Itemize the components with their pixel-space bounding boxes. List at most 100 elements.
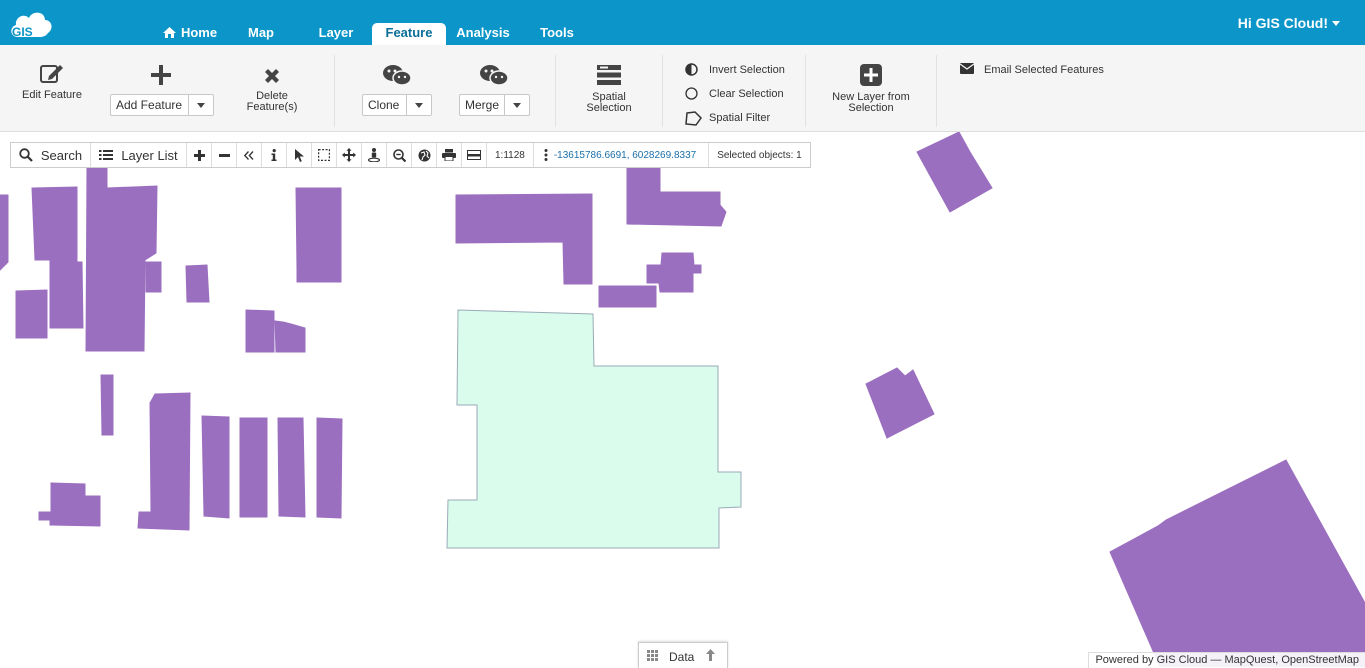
print-button[interactable] [437,143,462,167]
user-menu[interactable]: Hi GIS Cloud! [1238,15,1340,31]
building-feature[interactable] [316,417,343,519]
building-feature[interactable] [38,482,101,527]
edit-icon [40,65,63,83]
building-feature[interactable] [0,194,9,271]
tab-analysis[interactable]: Analysis [454,23,512,45]
zoom-out-button[interactable] [212,143,237,167]
building-feature[interactable] [239,417,268,518]
add-feature-dropdown[interactable]: Add Feature [110,94,214,116]
scale-display: 1:1128 [487,143,534,167]
building-feature[interactable] [1109,459,1365,667]
merge-dropdown[interactable]: Merge [459,94,530,116]
building-feature[interactable] [137,392,191,531]
spatial-selection-button[interactable]: Spatial Selection [574,64,644,114]
tab-layer[interactable]: Layer [312,23,360,45]
grid-icon [647,650,658,661]
chevron-down-icon[interactable] [504,95,529,115]
tab-tools[interactable]: Tools [534,23,580,45]
ribbon-divider [805,55,806,127]
edit-feature-button[interactable]: Edit Feature [14,62,90,101]
building-feature[interactable] [100,374,114,436]
polygon-icon [685,111,702,126]
clone-icon [383,65,412,86]
plus-icon [151,65,171,85]
selected-feature[interactable] [446,309,742,549]
clear-selection-button[interactable]: Clear Selection [685,87,795,101]
building-feature[interactable] [455,193,593,285]
coordinates-display: -13615786.6691, 6028269.8337 [534,143,710,167]
scale-text: 1:1128 [495,149,525,161]
building-feature[interactable] [916,132,993,213]
delete-features-button[interactable]: Delete Feature(s) [234,67,310,113]
merge-label: Merge [465,98,500,112]
chevron-down-icon[interactable] [188,95,213,115]
pan-button[interactable] [337,143,362,167]
measure-icon [467,150,481,160]
selected-objects-text: Selected objects: 1 [717,149,802,161]
layer-list-button[interactable]: Layer List [91,143,187,167]
data-panel-tab[interactable]: Data [638,642,728,668]
map-toolbar: Search Layer List 1:1128 -13615786.6691,… [10,142,811,168]
globe-button[interactable] [412,143,437,167]
building-feature[interactable] [85,165,158,352]
tab-analysis-label: Analysis [456,25,510,40]
ribbon-divider [662,55,663,127]
ribbon-divider [555,55,556,127]
clear-selection-label: Clear Selection [709,88,784,100]
svg-text:GIS: GIS [12,25,33,39]
spatial-filter-button[interactable]: Spatial Filter [685,111,795,126]
new-layer-from-selection-label: New Layer from Selection [832,91,910,114]
zoom-in-button[interactable] [187,143,212,167]
map-features[interactable] [0,132,1365,667]
zoom-box-icon [392,148,406,162]
zoom-box-button[interactable] [387,143,412,167]
email-selected-features-button[interactable]: Email Selected Features [960,63,1120,77]
measure-button[interactable] [462,143,487,167]
add-feature-label: Add Feature [116,98,183,112]
building-feature[interactable] [245,309,275,353]
clone-label: Clone [368,98,400,112]
feature-ribbon: Edit Feature Add Feature Delete Feature(… [0,45,1365,132]
street-view-button[interactable] [362,143,387,167]
search-button[interactable]: Search [11,143,91,167]
tab-map-label: Map [248,25,274,40]
building-feature[interactable] [598,285,657,308]
vertical-ellipsis-icon[interactable] [544,149,548,161]
search-icon [19,148,33,162]
building-feature[interactable] [626,164,727,227]
pointer-icon [294,148,304,162]
zoom-out-icon [218,153,230,157]
building-feature[interactable] [15,289,48,339]
building-feature[interactable] [145,261,162,293]
tab-home[interactable]: Home [160,23,220,45]
box-select-icon [318,149,330,161]
collapse-icon [244,150,254,160]
pointer-button[interactable] [287,143,312,167]
box-select-button[interactable] [312,143,337,167]
arrow-up-icon [706,649,715,661]
gis-cloud-logo[interactable]: GIS [8,7,54,39]
circle-icon [685,87,698,100]
new-layer-from-selection-button[interactable]: New Layer from Selection [826,64,916,114]
info-icon [271,149,277,161]
building-feature[interactable] [277,417,306,518]
chevron-down-icon [1332,21,1340,26]
building-feature[interactable] [295,187,342,283]
tab-map[interactable]: Map [240,23,282,45]
building-feature[interactable] [185,264,210,303]
tab-feature[interactable]: Feature [372,23,446,45]
clone-dropdown[interactable]: Clone [362,94,432,116]
building-feature[interactable] [865,367,935,439]
tab-home-label: Home [180,25,218,40]
building-feature[interactable] [274,320,306,353]
collapse-button[interactable] [237,143,262,167]
info-button[interactable] [262,143,287,167]
edit-feature-label: Edit Feature [22,89,82,101]
plus-square-icon [860,64,882,86]
coordinates-text: -13615786.6691, 6028269.8337 [553,149,697,161]
layer-list-label: Layer List [121,147,178,163]
chevron-down-icon[interactable] [406,95,431,115]
map-canvas[interactable] [0,132,1365,667]
building-feature[interactable] [201,415,230,519]
invert-selection-button[interactable]: Invert Selection [685,63,795,77]
